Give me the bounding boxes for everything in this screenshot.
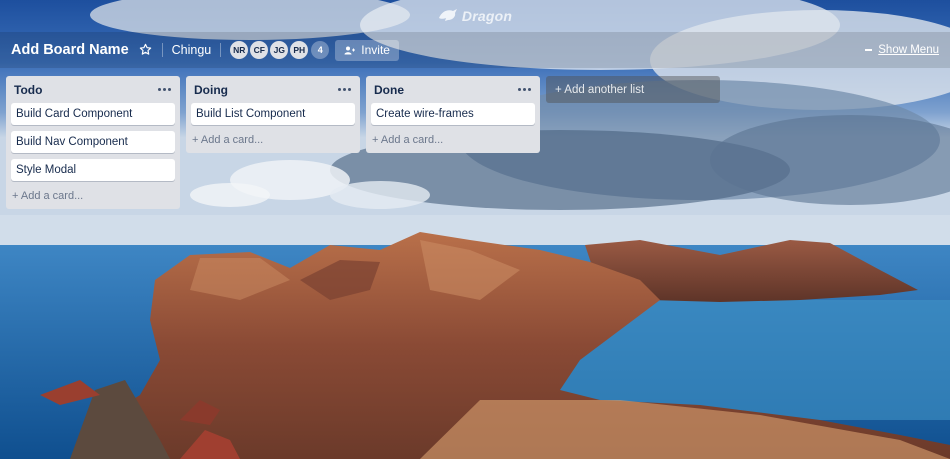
add-card-button[interactable]: + Add a card... — [371, 131, 535, 149]
list-todo: Todo Build Card Component Build Nav Comp… — [6, 76, 180, 209]
add-card-button[interactable]: + Add a card... — [191, 131, 355, 149]
card[interactable]: Create wire-frames — [371, 103, 535, 125]
star-icon[interactable] — [139, 43, 153, 57]
card[interactable]: Build Card Component — [11, 103, 175, 125]
more-dots-icon[interactable] — [518, 87, 532, 93]
list-header: Todo — [11, 76, 175, 103]
avatar[interactable]: NR — [230, 41, 249, 59]
more-dots-icon[interactable] — [338, 87, 352, 93]
board-background — [0, 0, 950, 459]
add-person-icon — [344, 46, 356, 55]
avatar[interactable]: CF — [250, 41, 269, 59]
list-title[interactable]: Doing — [194, 83, 228, 97]
list-title[interactable]: Todo — [14, 83, 42, 97]
list-done: Done Create wire-frames + Add a card... — [366, 76, 540, 153]
avatar[interactable]: JG — [270, 41, 289, 59]
add-card-button[interactable]: + Add a card... — [11, 187, 175, 205]
invite-button[interactable]: Invite — [335, 39, 399, 61]
dash-icon — [865, 49, 873, 51]
header-divider — [220, 43, 222, 57]
list-header: Done — [371, 76, 535, 103]
board-lists: Todo Build Card Component Build Nav Comp… — [6, 76, 720, 209]
card[interactable]: Build Nav Component — [11, 131, 175, 153]
list-title[interactable]: Done — [374, 83, 404, 97]
card[interactable]: Style Modal — [11, 159, 175, 181]
show-menu-button[interactable]: Show Menu — [865, 44, 939, 56]
avatar[interactable]: PH — [290, 41, 309, 59]
member-count-badge[interactable]: 4 — [311, 41, 330, 59]
dragon-logo-icon — [438, 8, 458, 25]
board-title[interactable]: Add Board Name — [11, 42, 129, 58]
header-divider — [161, 43, 163, 57]
card[interactable]: Build List Component — [191, 103, 355, 125]
more-dots-icon[interactable] — [158, 87, 172, 93]
add-list-button[interactable]: + Add another list — [546, 76, 720, 103]
show-menu-label: Show Menu — [878, 44, 939, 56]
app-logo-text: Dragon — [461, 8, 513, 24]
board-header: Add Board Name Chingu NR CF JG PH 4 Invi… — [0, 32, 950, 68]
invite-button-label: Invite — [361, 43, 390, 57]
list-header: Doing — [191, 76, 355, 103]
top-bar: Dragon — [0, 0, 950, 32]
team-name[interactable]: Chingu — [172, 43, 212, 57]
app-logo[interactable]: Dragon — [438, 8, 512, 25]
board-members: NR CF JG PH 4 — [230, 41, 330, 59]
list-doing: Doing Build List Component + Add a card.… — [186, 76, 360, 153]
